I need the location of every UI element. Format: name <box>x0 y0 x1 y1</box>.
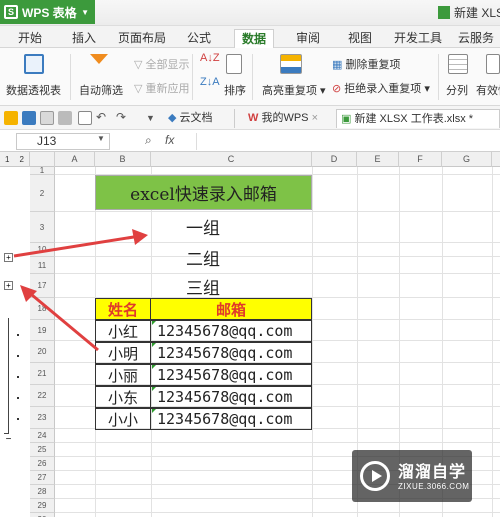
annotation-arrows <box>13 229 148 352</box>
play-logo-icon <box>360 461 390 491</box>
watermark: 溜溜自学 ZIXUE.3066.COM <box>352 450 472 502</box>
watermark-sub: ZIXUE.3066.COM <box>398 482 470 491</box>
arrowhead <box>20 285 37 302</box>
watermark-main: 溜溜自学 <box>398 464 467 481</box>
arrow-line <box>13 234 141 258</box>
arrow-line <box>25 288 99 352</box>
spreadsheet-window: S WPS 表格 ▼ 新建 XLS 开始 插入 页面布局 公式 数据 审阅 视图… <box>0 0 500 517</box>
arrowhead <box>132 229 148 245</box>
